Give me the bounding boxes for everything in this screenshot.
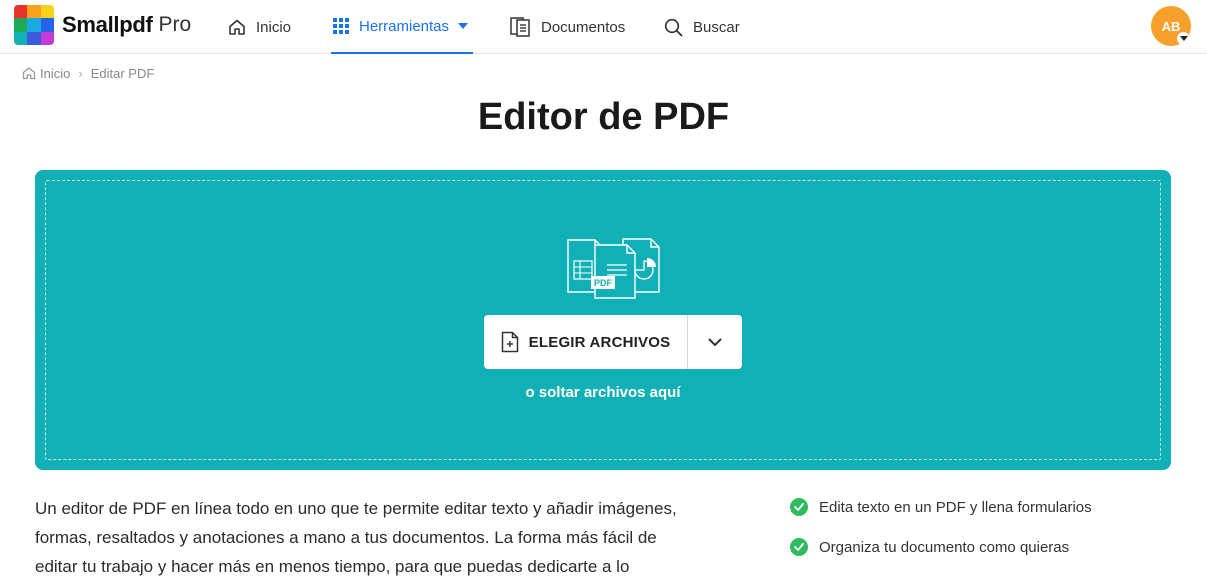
- breadcrumb-separator: ›: [78, 65, 83, 81]
- nav-tools[interactable]: Herramientas: [331, 0, 473, 54]
- home-icon: [229, 19, 245, 35]
- file-plus-icon: [501, 331, 518, 353]
- brand-suffix: Pro: [158, 13, 192, 36]
- brand-name: Smallpdf: [62, 12, 153, 37]
- dropzone-dashed-border: PDF ELEGIR ARCHIVOS o soltar archivos aq…: [45, 180, 1161, 460]
- avatar-initials: AB: [1161, 18, 1181, 34]
- nav-home[interactable]: Inicio: [228, 0, 291, 54]
- choose-files-label: ELEGIR ARCHIVOS: [528, 333, 671, 351]
- search-icon: [664, 18, 683, 36]
- home-icon: [22, 67, 36, 80]
- choose-source-dropdown[interactable]: [688, 315, 742, 369]
- chevron-down-icon: [708, 338, 722, 346]
- feature-label: Edita texto en un PDF y llena formulario…: [819, 498, 1092, 516]
- logo-mark-icon: [14, 5, 54, 45]
- documents-icon: [510, 17, 530, 37]
- breadcrumb-current: Editar PDF: [90, 65, 155, 81]
- feature-list: Edita texto en un PDF y llena formulario…: [790, 494, 1190, 574]
- drop-hint: o soltar archivos aquí: [525, 384, 681, 401]
- check-icon: [790, 498, 808, 516]
- check-icon: [790, 538, 808, 556]
- nav-documents-label: Documentos: [541, 18, 626, 36]
- file-dropzone[interactable]: PDF ELEGIR ARCHIVOS o soltar archivos aq…: [35, 170, 1171, 470]
- page-title: Editor de PDF: [477, 96, 730, 138]
- breadcrumb-home[interactable]: Inicio: [40, 66, 70, 81]
- nav-search-label: Buscar: [693, 18, 740, 36]
- pdf-badge: PDF: [594, 278, 613, 288]
- grid-icon: [333, 18, 349, 34]
- nav-search[interactable]: Buscar: [664, 0, 740, 54]
- tool-description: Un editor de PDF en línea todo en uno qu…: [35, 499, 677, 576]
- brand-logo[interactable]: Smallpdf Pro: [14, 5, 191, 45]
- feature-item: Edita texto en un PDF y llena formulario…: [790, 494, 1190, 520]
- feature-item: Organiza tu documento como quieras: [790, 534, 1190, 560]
- choose-files-button-group: ELEGIR ARCHIVOS: [484, 315, 742, 369]
- top-header: Smallpdf Pro Inicio Herramientas Documen…: [0, 0, 1207, 54]
- breadcrumb: Inicio › Editar PDF: [22, 64, 154, 82]
- feature-label: Organiza tu documento como quieras: [819, 538, 1070, 556]
- choose-files-button[interactable]: ELEGIR ARCHIVOS: [484, 315, 688, 369]
- files-illustration: PDF: [567, 238, 660, 299]
- nav-home-label: Inicio: [256, 18, 292, 36]
- caret-down-icon: [458, 23, 469, 29]
- nav-tools-label: Herramientas: [359, 17, 450, 35]
- avatar-menu-icon[interactable]: [1177, 32, 1190, 45]
- nav-documents[interactable]: Documentos: [510, 0, 625, 54]
